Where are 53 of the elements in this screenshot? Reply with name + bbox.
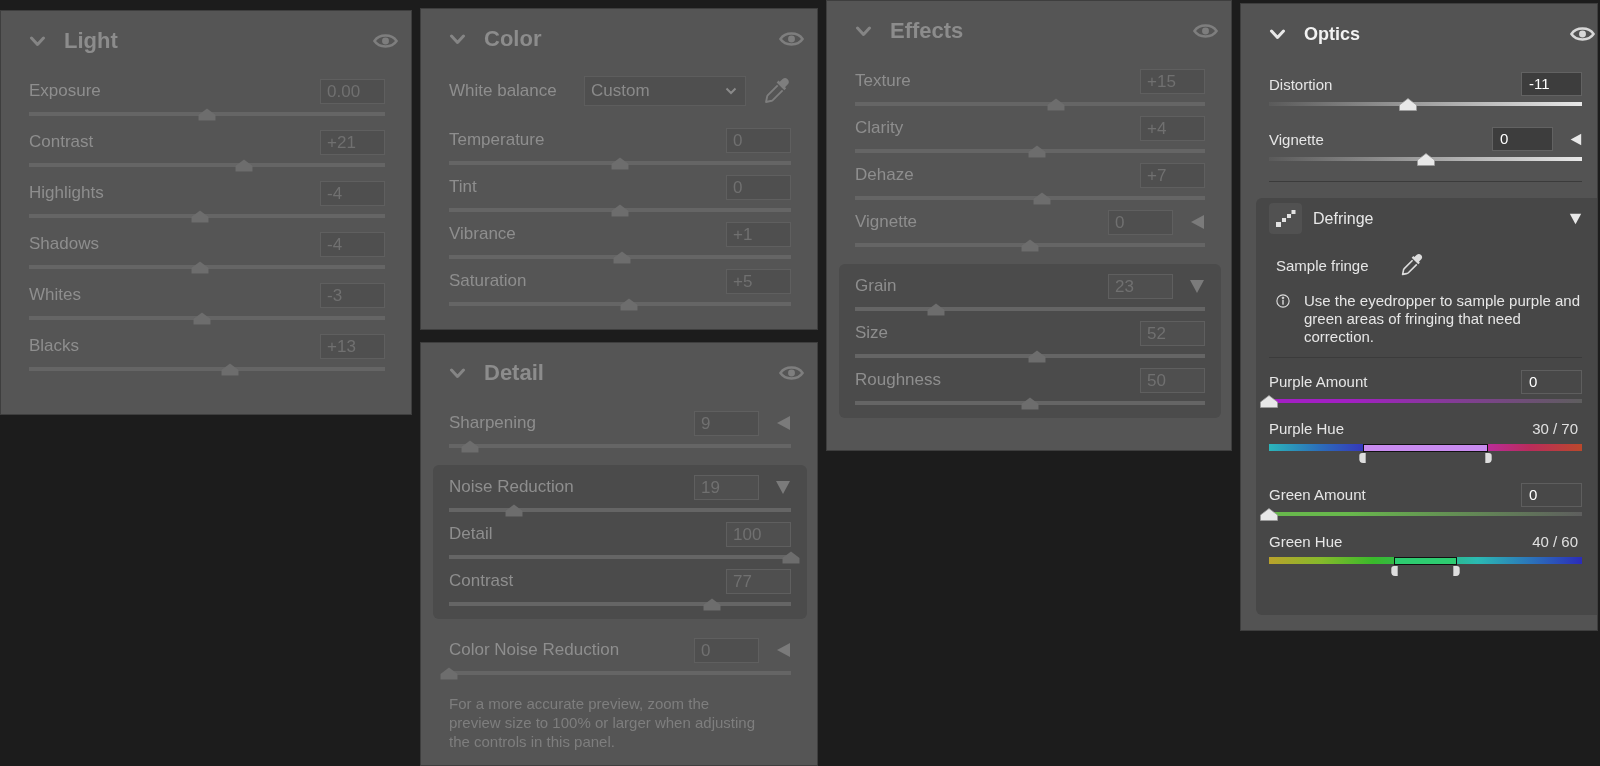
- slider-label: Green Hue: [1269, 532, 1344, 550]
- slider-thumb[interactable]: [1416, 153, 1435, 166]
- range-handle[interactable]: [1484, 453, 1492, 463]
- eyedropper-icon[interactable]: [1399, 253, 1424, 277]
- slider-thumb[interactable]: [1260, 508, 1278, 521]
- slider-label: Saturation: [449, 271, 528, 291]
- slider-label: Tint: [449, 177, 478, 197]
- slider-label: Roughness: [855, 370, 942, 390]
- range-value: 40 / 60: [1532, 532, 1578, 550]
- caret-icon[interactable]: [1569, 212, 1582, 225]
- dots-icon: [1269, 203, 1302, 234]
- slider-label: Distortion: [1269, 75, 1334, 93]
- slider-label: Green Amount: [1269, 486, 1367, 503]
- slider-label: Sharpening: [449, 413, 537, 433]
- slider-label: Contrast: [29, 132, 95, 152]
- panel-title: Optics: [1304, 23, 1360, 45]
- slider-label: Noise Reduction: [449, 477, 575, 497]
- chevron-down-icon: [725, 87, 737, 95]
- slider-label: Texture: [855, 71, 912, 91]
- slider-label: Detail: [449, 524, 494, 544]
- caret-icon[interactable]: [1569, 132, 1582, 146]
- field-label: White balance: [449, 81, 558, 101]
- section-title: Defringe: [1313, 209, 1374, 228]
- slider-label: Dehaze: [855, 165, 915, 185]
- slider-label: Color Noise Reduction: [449, 640, 621, 660]
- slider-label: Vignette: [1269, 130, 1325, 148]
- slider-label: Exposure: [29, 81, 102, 101]
- slider-thumb[interactable]: [1260, 395, 1278, 408]
- range-handle[interactable]: [1359, 453, 1367, 463]
- slider-label: Blacks: [29, 336, 81, 356]
- slider-label: Grain: [855, 276, 898, 296]
- slider-label: Contrast: [449, 571, 515, 591]
- slider-label: Temperature: [449, 130, 546, 150]
- slider-label: Purple Amount: [1269, 373, 1369, 390]
- info-text: Use the eyedropper to sample purple and green areas of fringing that need correction.: [1304, 292, 1581, 346]
- slider-thumb[interactable]: [1399, 98, 1418, 111]
- slider-label: Clarity: [855, 118, 905, 138]
- slider-label: Vibrance: [449, 224, 517, 244]
- slider-label: Purple Hue: [1269, 419, 1346, 437]
- sampler-label: Sample fringe: [1276, 256, 1369, 274]
- value-field[interactable]: 0: [1521, 482, 1582, 507]
- slider-label: Whites: [29, 285, 82, 305]
- info-icon: [1276, 294, 1290, 308]
- slider-label: Vignette: [855, 212, 919, 232]
- range-handle[interactable]: [1453, 566, 1461, 576]
- slider-label: Highlights: [29, 183, 105, 203]
- value-field[interactable]: 0: [1492, 127, 1553, 151]
- slider-label: Shadows: [29, 234, 100, 254]
- slider-label: Size: [855, 323, 890, 343]
- range-handle[interactable]: [1390, 566, 1398, 576]
- range-value: 30 / 70: [1532, 419, 1578, 437]
- value-field[interactable]: -11: [1521, 72, 1582, 96]
- value-field[interactable]: 0: [1521, 369, 1582, 394]
